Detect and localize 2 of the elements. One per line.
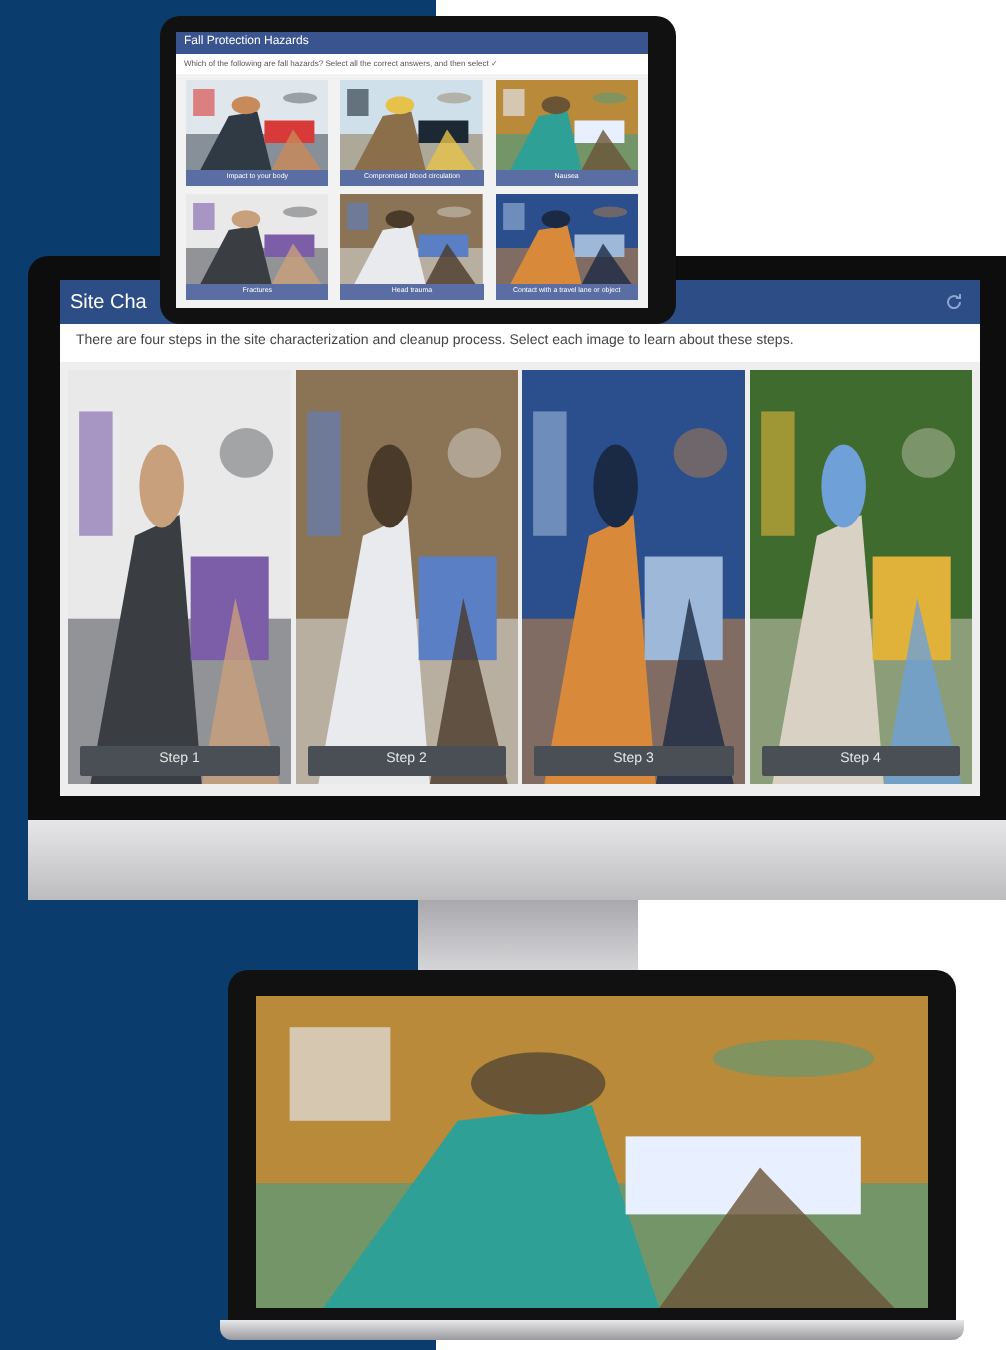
screen-title: Site Cha: [70, 289, 147, 317]
refresh-icon[interactable]: [944, 292, 964, 312]
